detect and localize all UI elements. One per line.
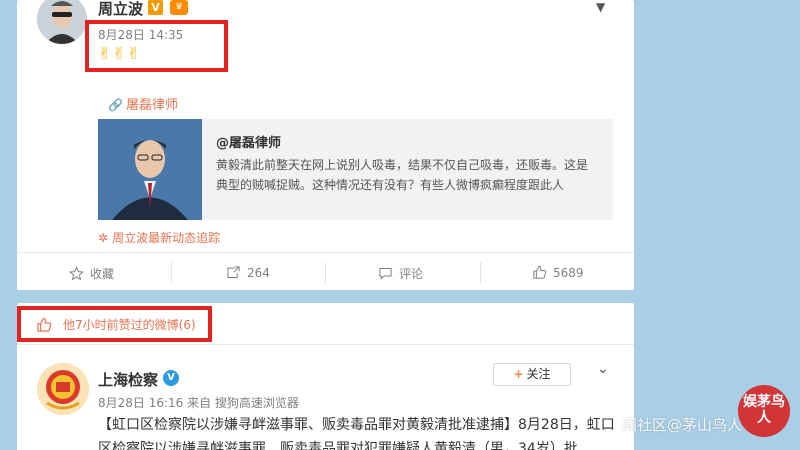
thumbs-up-icon: [533, 265, 547, 279]
track-link[interactable]: ✲ 周立波最新动态追踪: [98, 229, 220, 246]
post-username[interactable]: 上海检察: [98, 369, 158, 390]
thumbs-up-icon: [37, 317, 52, 332]
quoted-post-image[interactable]: [98, 119, 202, 220]
emblem-icon: [37, 363, 89, 415]
post-username[interactable]: 周立波: [98, 0, 143, 19]
action-separator: [171, 262, 172, 284]
quoted-post-handle[interactable]: @屠磊律师: [216, 132, 281, 151]
quoted-post[interactable]: @屠磊律师 黄毅清此前整天在网上说别人吸毒，结果不仅自己吸毒，还贩毒。这是典型的…: [98, 119, 613, 220]
favorite-label: 收藏: [90, 267, 115, 281]
repost-button[interactable]: 264: [226, 265, 270, 280]
avatar[interactable]: [37, 363, 89, 415]
comment-icon: [379, 268, 392, 280]
chevron-down-icon[interactable]: ▼: [596, 0, 605, 14]
link-icon: 🔗: [108, 98, 123, 112]
comment-label: 评论: [399, 267, 424, 281]
track-link-label: 周立波最新动态追踪: [112, 231, 221, 245]
vip-badge: ♛: [170, 0, 188, 15]
post-meta: 8月28日 16:16 来自 搜狗高速浏览器: [98, 396, 299, 410]
liked-posts-label: 他7小时前赞过的微博(6): [63, 318, 196, 332]
like-button[interactable]: 5689: [532, 265, 584, 280]
watermark-text: 闻社区@茅山鸟人: [622, 416, 743, 434]
liked-posts-header[interactable]: 他7小时前赞过的微博(6): [36, 316, 196, 333]
repost-source-label: 屠磊律师: [125, 98, 178, 113]
post-text: 【虹口区检察院以涉嫌寻衅滋事罪、贩卖毒品罪对黄毅清批准逮捕】8月28日，虹口区检…: [98, 417, 615, 450]
section-divider: [17, 344, 634, 345]
chevron-down-icon[interactable]: ⌄: [597, 361, 609, 377]
follow-button[interactable]: + 关注: [493, 363, 571, 386]
star-icon: [69, 266, 84, 281]
action-separator: [480, 262, 481, 284]
action-separator: [325, 262, 326, 284]
plus-icon: +: [513, 367, 524, 381]
action-bar-divider: [17, 252, 634, 253]
verified-badge: V: [163, 370, 179, 386]
comment-button[interactable]: 评论: [378, 265, 423, 282]
follow-label: 关注: [526, 367, 551, 381]
favorite-button[interactable]: 收藏: [69, 265, 114, 282]
spark-icon: ✲: [98, 231, 109, 245]
repost-source-link[interactable]: 🔗 屠磊律师: [108, 94, 178, 113]
highlight-box: [85, 20, 228, 72]
watermark-seal: 娱茅鸟人: [738, 385, 790, 437]
share-icon: [227, 266, 240, 278]
like-count: 5689: [553, 265, 584, 280]
quoted-post-text: 黄毅清此前整天在网上说别人吸毒，结果不仅自己吸毒，还贩毒。这是典型的贼喊捉贼。这…: [216, 158, 589, 192]
repost-count: 264: [247, 265, 270, 280]
verified-badge: V: [148, 0, 163, 15]
